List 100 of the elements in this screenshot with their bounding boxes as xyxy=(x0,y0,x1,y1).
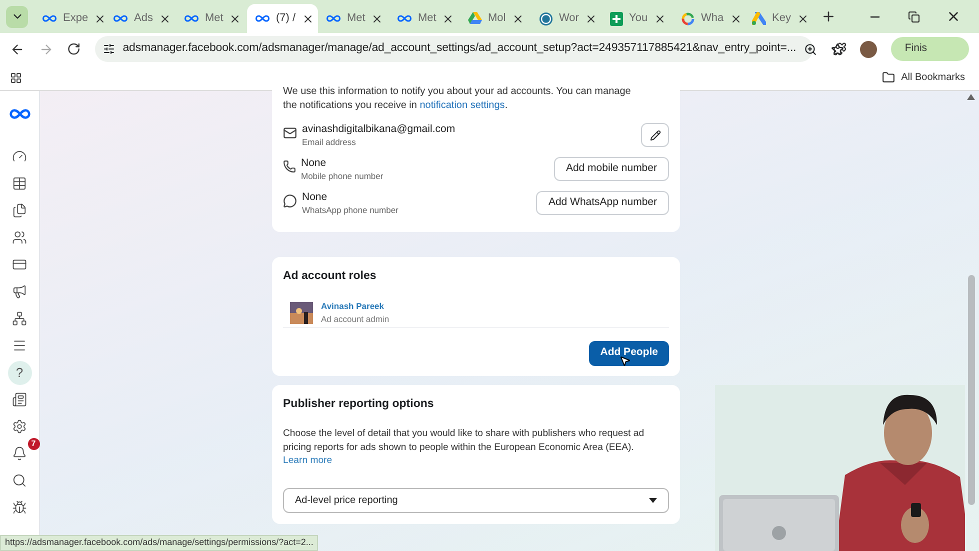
newspaper-icon xyxy=(12,392,27,407)
period-text: . xyxy=(504,100,508,111)
add-contact-button[interactable]: Add WhatsApp number xyxy=(536,191,669,215)
browser-tab[interactable]: Met xyxy=(176,4,247,33)
tab-title: Mol xyxy=(488,11,506,26)
sidebar-item[interactable] xyxy=(10,228,28,246)
close-icon[interactable] xyxy=(946,9,961,24)
profile-button[interactable]: Finis xyxy=(890,37,970,61)
close-icon[interactable] xyxy=(796,12,809,24)
help-button[interactable]: ? xyxy=(8,360,32,384)
contact-label: Email address xyxy=(302,136,357,148)
avatar-icon[interactable] xyxy=(860,40,877,58)
card-icon xyxy=(12,257,27,272)
browser-tab[interactable]: You xyxy=(602,4,673,33)
description-text: Choose the level of detail that you would like to share with publishers who request ad pricing reports for ads shown to people within the European Economic Area (EEA). xyxy=(283,427,646,454)
envelope-icon xyxy=(283,126,297,140)
tab-title: (7) / xyxy=(276,11,296,26)
documents-icon xyxy=(12,203,27,218)
card-title: Ad account roles xyxy=(283,269,378,284)
browser-tab[interactable]: Ads xyxy=(105,4,176,33)
megaphone-icon xyxy=(12,284,27,299)
new-tab-icon[interactable] xyxy=(821,9,836,24)
tab-search-button[interactable] xyxy=(6,6,28,28)
contact-value: None xyxy=(301,157,328,170)
gauge-icon xyxy=(12,149,27,164)
member-role: Ad account admin xyxy=(321,313,390,326)
close-icon[interactable] xyxy=(158,12,171,24)
close-icon[interactable] xyxy=(94,12,106,24)
add-people-button[interactable]: Add People xyxy=(589,340,669,366)
browser-tab[interactable]: Expe xyxy=(34,4,105,33)
tab-title: Met xyxy=(205,11,224,26)
table-icon xyxy=(12,176,27,191)
chat-bubble-icon xyxy=(283,194,297,208)
member-name[interactable]: Avinash Pareek xyxy=(321,300,390,313)
sidebar-item[interactable] xyxy=(10,202,28,220)
browser-tab[interactable]: Mol xyxy=(460,4,531,33)
sidebar-item[interactable] xyxy=(10,282,28,300)
network-icon xyxy=(12,311,27,326)
site-info-icon[interactable] xyxy=(102,43,115,55)
notification-badge: 7 xyxy=(28,438,40,450)
close-icon[interactable] xyxy=(512,12,524,24)
sidebar-item[interactable] xyxy=(10,390,28,408)
close-icon[interactable] xyxy=(654,12,666,24)
close-icon[interactable] xyxy=(584,12,597,24)
tab-title: Key xyxy=(772,11,791,26)
contact-value: None xyxy=(302,191,328,204)
all-bookmarks-button[interactable]: All Bookmarks xyxy=(882,70,969,85)
sidebar-item[interactable] xyxy=(10,444,28,462)
sidebar-item[interactable] xyxy=(10,310,28,328)
tab-title: Ads xyxy=(134,11,153,26)
bug-icon xyxy=(12,500,27,515)
scrollbar-thumb[interactable] xyxy=(968,275,974,505)
contact-label: WhatsApp phone number xyxy=(302,204,400,216)
tab-title: Wor xyxy=(559,11,579,26)
tab-title: Met xyxy=(347,11,366,26)
close-icon[interactable] xyxy=(229,12,242,24)
browser-tab[interactable]: (7) / xyxy=(247,4,318,33)
tab-title: Met xyxy=(418,11,436,26)
close-icon[interactable] xyxy=(730,12,742,24)
browser-tab[interactable]: Met xyxy=(389,4,460,33)
contact-label: Mobile phone number xyxy=(301,170,384,182)
learn-more-link[interactable]: Learn more xyxy=(283,454,669,468)
browser-tab[interactable]: Met xyxy=(318,4,389,33)
people-icon xyxy=(12,230,27,245)
reload-icon[interactable] xyxy=(67,42,81,56)
status-url: https://adsmanager.facebook.com/ads/manage/settings/permissions/?act=2... xyxy=(5,536,314,550)
member-avatar-icon xyxy=(290,302,313,324)
sidebar-item[interactable] xyxy=(10,472,28,490)
tab-title: Expe xyxy=(63,11,88,26)
browser-tab[interactable]: Wor xyxy=(531,4,602,33)
browser-tab[interactable]: Wha xyxy=(673,4,744,33)
contact-value: avinashdigitalbikana@gmail.com xyxy=(302,123,456,136)
close-icon[interactable] xyxy=(302,12,314,24)
sidebar-item[interactable] xyxy=(10,418,28,436)
intro-text: We use this information to notify you about your ad accounts. You can manage the notifications you receive in notification settings. xyxy=(283,85,632,113)
edit-icon xyxy=(650,130,660,140)
settings-icon xyxy=(12,419,27,434)
triangle-logo-icon xyxy=(752,12,766,25)
sidebar-item[interactable] xyxy=(10,498,28,516)
bell-icon xyxy=(12,446,27,461)
back-icon[interactable] xyxy=(10,42,25,56)
close-icon[interactable] xyxy=(442,12,454,24)
price-reporting-select[interactable]: Ad-level price reporting xyxy=(283,488,669,512)
zoom-icon[interactable] xyxy=(804,42,818,56)
phone-icon xyxy=(283,160,296,173)
menu-icon xyxy=(12,338,27,353)
apps-grid-icon[interactable] xyxy=(10,72,22,84)
notification-settings-link[interactable]: notification settings xyxy=(420,100,505,111)
browser-tab[interactable]: Key xyxy=(744,4,815,33)
plus-square-icon xyxy=(610,12,623,26)
edit-button[interactable] xyxy=(641,123,669,147)
add-contact-button[interactable]: Add mobile number xyxy=(554,157,669,181)
restore-icon[interactable] xyxy=(908,10,920,22)
folder-icon xyxy=(882,71,896,84)
scroll-up-icon[interactable] xyxy=(967,94,975,100)
google-ring-icon xyxy=(681,12,695,26)
tab-title: You xyxy=(629,11,648,26)
sidebar-item[interactable] xyxy=(10,174,28,192)
close-icon[interactable] xyxy=(371,12,384,24)
wordpress-circle-icon xyxy=(539,12,553,26)
